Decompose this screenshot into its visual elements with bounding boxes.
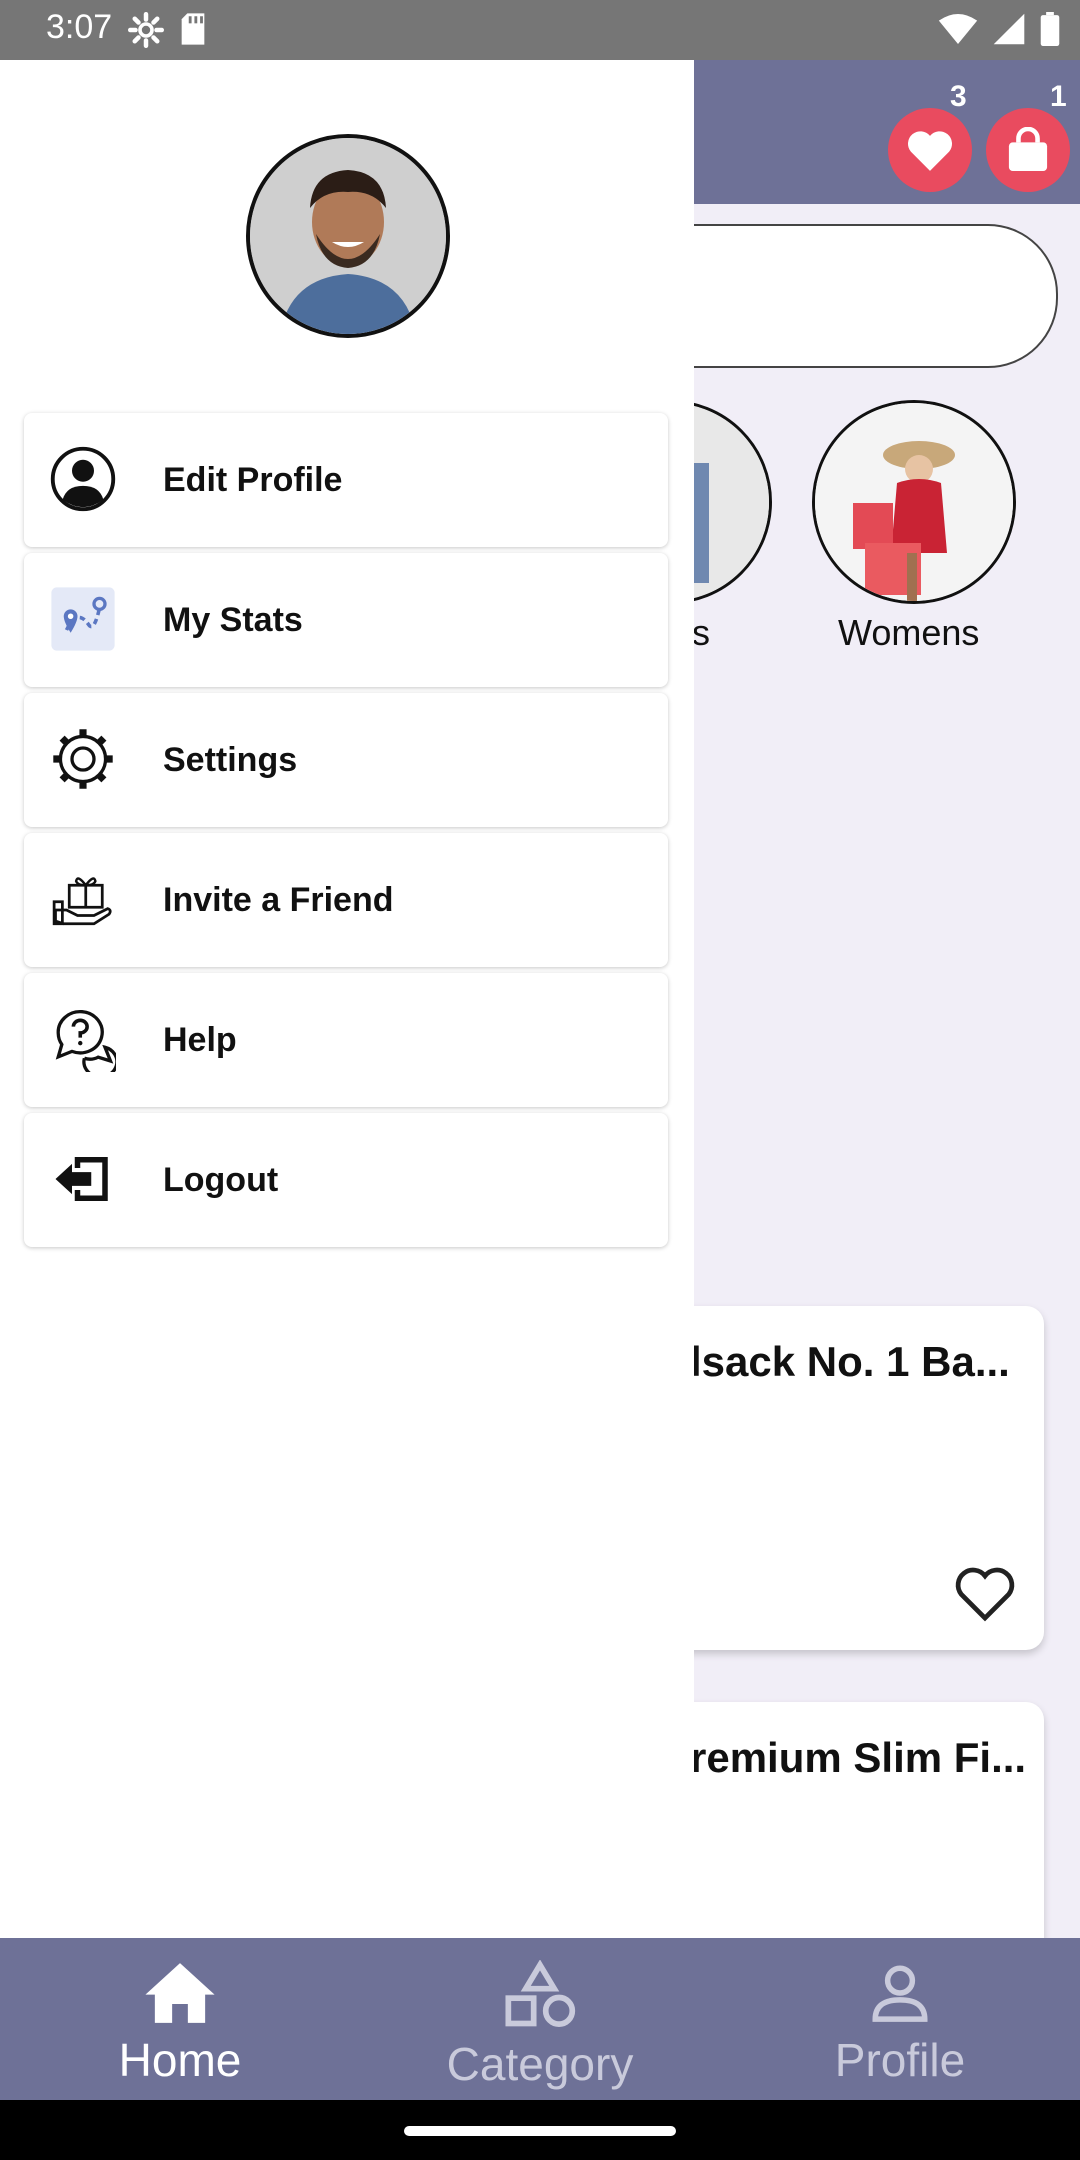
- menu-label-invite-friend: Invite a Friend: [163, 881, 394, 919]
- menu-label-edit-profile: Edit Profile: [163, 461, 343, 499]
- shapes-icon: [505, 1959, 576, 2027]
- nav-home[interactable]: Home: [30, 1960, 330, 2087]
- gear-icon: [53, 729, 113, 789]
- navigation-drawer: Edit Profile My Stats Settings Invite a …: [0, 60, 694, 1938]
- nav-label-category: Category: [446, 2038, 634, 2090]
- help-chat-icon: [55, 1010, 116, 1072]
- person-icon: [872, 1965, 928, 2022]
- product-title: lsack No. 1 Ba...: [690, 1338, 1010, 1385]
- wishlist-count-badge: 3: [950, 80, 967, 113]
- menu-label-settings: Settings: [163, 741, 298, 779]
- nav-category[interactable]: Category: [390, 1959, 690, 2091]
- status-bar: 3:07: [0, 0, 1080, 60]
- category-label-womens: Womens: [838, 612, 980, 653]
- cart-count-badge: 1: [1050, 80, 1067, 113]
- womens-category-image: [815, 403, 1013, 601]
- product-title: remium Slim Fi...: [690, 1734, 1027, 1781]
- cart-button[interactable]: [986, 108, 1070, 192]
- sd-card-icon: [181, 13, 205, 45]
- signal-icon: [993, 13, 1025, 45]
- category-label: s: [692, 612, 710, 653]
- favorite-heart-icon[interactable]: [952, 1564, 1018, 1622]
- menu-help[interactable]: Help: [24, 973, 668, 1107]
- bottom-navigation: Home Category Profile: [0, 1938, 1080, 2100]
- home-icon: [145, 1963, 215, 2023]
- logout-icon: [55, 1157, 108, 1201]
- wifi-icon: [938, 14, 978, 44]
- status-time: 3:07: [46, 8, 113, 46]
- menu-my-stats[interactable]: My Stats: [24, 553, 668, 687]
- user-circle-icon: [50, 446, 116, 512]
- battery-icon: [1040, 12, 1060, 46]
- nav-label-profile: Profile: [834, 2034, 966, 2086]
- home-gesture-handle[interactable]: [404, 2126, 676, 2136]
- menu-label-my-stats: My Stats: [163, 601, 303, 639]
- menu-invite-friend[interactable]: Invite a Friend: [24, 833, 668, 967]
- nav-profile[interactable]: Profile: [750, 1960, 1050, 2087]
- shopping-bag-icon: [1008, 127, 1048, 171]
- avatar-image: [250, 138, 446, 334]
- gift-hand-icon: [52, 877, 112, 926]
- category-circle-womens[interactable]: [812, 400, 1016, 604]
- route-map-icon: [51, 587, 115, 651]
- wishlist-button[interactable]: [888, 108, 972, 192]
- menu-settings[interactable]: Settings: [24, 693, 668, 827]
- settings-status-icon: [128, 12, 164, 48]
- menu-label-help: Help: [163, 1021, 237, 1059]
- nav-label-home: Home: [118, 2034, 242, 2086]
- menu-edit-profile[interactable]: Edit Profile: [24, 413, 668, 547]
- menu-logout[interactable]: Logout: [24, 1113, 668, 1247]
- avatar[interactable]: [246, 134, 450, 338]
- heart-icon: [907, 131, 953, 171]
- menu-label-logout: Logout: [163, 1161, 279, 1199]
